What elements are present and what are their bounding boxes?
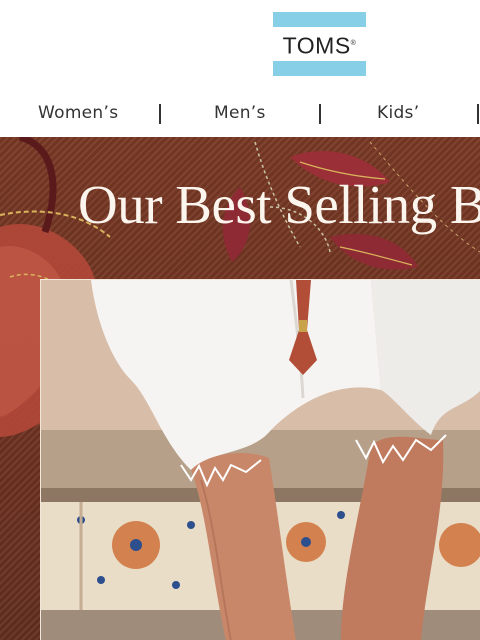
logo-bottom-band bbox=[273, 61, 366, 76]
photo-illustration bbox=[41, 280, 480, 640]
toms-logo[interactable]: TOMS® bbox=[273, 12, 366, 76]
nav-item-kids[interactable]: Kids’ bbox=[377, 92, 419, 136]
site-header: TOMS® bbox=[0, 0, 480, 92]
nav-divider bbox=[477, 104, 479, 124]
nav-divider bbox=[159, 104, 161, 124]
nav-divider bbox=[319, 104, 321, 124]
hero-banner[interactable]: Our Best Selling Ba bbox=[0, 137, 480, 640]
logo-wordmark: TOMS® bbox=[273, 27, 366, 61]
logo-registered-mark: ® bbox=[350, 40, 357, 47]
logo-top-band bbox=[273, 12, 366, 27]
logo-text: TOMS bbox=[282, 32, 351, 59]
product-lifestyle-photo[interactable] bbox=[40, 279, 480, 640]
main-nav: Women’s Men’s Kids’ bbox=[0, 92, 480, 136]
nav-item-womens[interactable]: Women’s bbox=[38, 92, 118, 136]
hero-title: Our Best Selling Ba bbox=[78, 174, 480, 235]
nav-item-mens[interactable]: Men’s bbox=[214, 92, 266, 136]
